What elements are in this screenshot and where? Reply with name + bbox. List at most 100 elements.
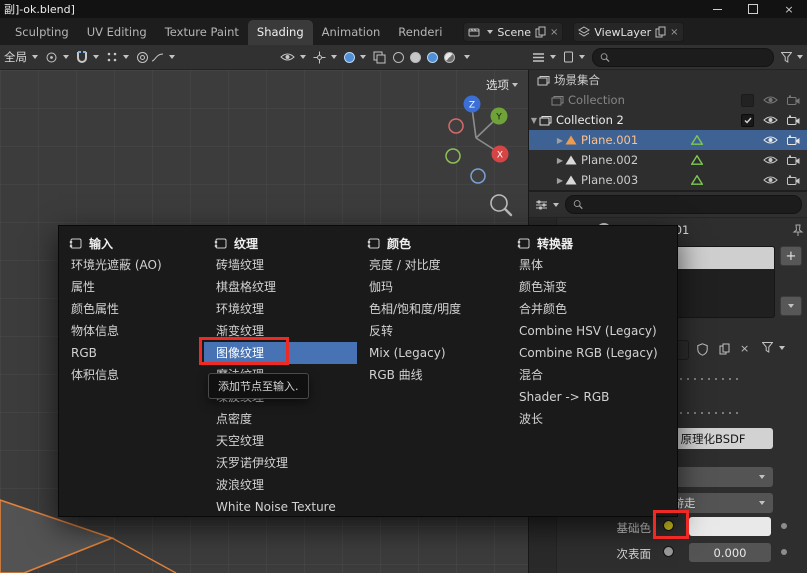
outliner-row-collection[interactable]: Collection: [529, 90, 807, 110]
outliner-row-scene-collection[interactable]: 场景集合: [529, 70, 807, 90]
maximize-button[interactable]: [735, 0, 771, 18]
gizmo-minus-y-axis[interactable]: [446, 149, 460, 163]
hide-eye-icon[interactable]: [763, 175, 778, 185]
menu-item-sky-texture[interactable]: 天空纹理: [204, 430, 357, 452]
disable-render-camera-icon[interactable]: [787, 95, 800, 105]
pin-icon[interactable]: [792, 224, 804, 237]
zoom-tool-icon[interactable]: [488, 192, 514, 218]
outliner-row-plane-003[interactable]: ▶ Plane.003: [529, 170, 807, 190]
close-button[interactable]: ×: [771, 0, 807, 18]
xray-toggle[interactable]: [373, 51, 386, 64]
gizmo-minus-x-axis[interactable]: [449, 119, 463, 133]
copy-icon[interactable]: [535, 26, 546, 38]
tab-rendering[interactable]: Renderi: [389, 20, 451, 45]
animate-property-dot[interactable]: [781, 549, 787, 555]
menu-item-point-density[interactable]: 点密度: [204, 408, 357, 430]
menu-item-color-attribute[interactable]: 颜色属性: [59, 298, 204, 320]
snap-toggle-dropdown[interactable]: [76, 51, 99, 64]
new-material-icon[interactable]: [719, 343, 730, 355]
expander-closed-icon[interactable]: ▶: [555, 176, 565, 185]
menu-item-hue-saturation[interactable]: 色相/饱和度/明度: [357, 298, 507, 320]
outliner-search[interactable]: [592, 48, 774, 67]
unlink-material-icon[interactable]: ×: [740, 342, 749, 355]
tab-shading[interactable]: Shading: [248, 20, 313, 45]
copy-icon[interactable]: [655, 26, 666, 38]
disable-render-camera-icon[interactable]: [787, 115, 800, 125]
gizmo-minus-z-axis[interactable]: [471, 169, 485, 183]
menu-item-white-noise-texture[interactable]: White Noise Texture: [204, 496, 357, 518]
menu-item-invert[interactable]: 反转: [357, 320, 507, 342]
expander-open-icon[interactable]: ▼: [529, 116, 539, 125]
tab-sculpting[interactable]: Sculpting: [6, 20, 78, 45]
menu-item-environment-texture[interactable]: 环境纹理: [204, 298, 357, 320]
outliner-row-collection2[interactable]: ▼ Collection 2: [529, 110, 807, 130]
navigation-gizmo[interactable]: Z Y X: [444, 90, 514, 200]
fake-user-shield-icon[interactable]: [697, 343, 708, 356]
material-preview-icon[interactable]: [427, 52, 438, 63]
properties-search[interactable]: [565, 195, 802, 214]
menu-item-ao[interactable]: 环境光遮蔽 (AO): [59, 254, 204, 276]
menu-item-brightness-contrast[interactable]: 亮度 / 对比度: [357, 254, 507, 276]
base-color-swatch[interactable]: [689, 517, 771, 536]
subsurface-socket[interactable]: [663, 546, 674, 557]
slot-specials-button[interactable]: [780, 296, 802, 316]
menu-item-checker-texture[interactable]: 棋盘格纹理: [204, 276, 357, 298]
menu-item-wavelength[interactable]: 波长: [507, 408, 679, 430]
menu-item-combine-hsv-legacy[interactable]: Combine HSV (Legacy): [507, 320, 679, 342]
expander-closed-icon[interactable]: ▶: [555, 156, 565, 165]
editor-type-dropdown[interactable]: [535, 199, 559, 211]
scene-selector[interactable]: Scene ×: [463, 22, 563, 42]
menu-item-blackbody[interactable]: 黑体: [507, 254, 679, 276]
unlink-viewlayer-icon[interactable]: ×: [670, 27, 678, 38]
material-filter-dropdown[interactable]: [762, 342, 785, 353]
pivot-point-dropdown[interactable]: [45, 51, 69, 64]
show-gizmo-dropdown[interactable]: [313, 51, 337, 64]
tab-texture-paint[interactable]: Texture Paint: [156, 20, 248, 45]
menu-item-color-ramp[interactable]: 颜色渐变: [507, 276, 679, 298]
minimize-button[interactable]: [699, 0, 735, 18]
outliner-display-mode-dropdown[interactable]: [532, 52, 556, 63]
disable-render-camera-icon[interactable]: [787, 175, 800, 185]
menu-item-wave-texture[interactable]: 波浪纹理: [204, 474, 357, 496]
menu-item-mix-legacy[interactable]: Mix (Legacy): [357, 342, 507, 364]
outliner-mode-dropdown[interactable]: [563, 51, 585, 63]
hide-eye-icon[interactable]: [763, 95, 778, 105]
properties-search-input[interactable]: [588, 198, 794, 211]
unlink-scene-icon[interactable]: ×: [550, 27, 558, 38]
menu-item-voronoi-texture[interactable]: 沃罗诺伊纹理: [204, 452, 357, 474]
tab-animation[interactable]: Animation: [313, 20, 390, 45]
menu-item-mix[interactable]: 混合: [507, 364, 679, 386]
menu-item-rgb[interactable]: RGB: [59, 342, 204, 364]
outliner-row-plane-002[interactable]: ▶ Plane.002: [529, 150, 807, 170]
subsurface-value-field[interactable]: 0.000: [689, 543, 771, 562]
menu-item-attribute[interactable]: 属性: [59, 276, 204, 298]
menu-item-shader-to-rgb[interactable]: Shader -> RGB: [507, 386, 679, 408]
disable-render-camera-icon[interactable]: [787, 135, 800, 145]
hide-eye-icon[interactable]: [763, 115, 778, 125]
visibility-dropdown[interactable]: [280, 52, 306, 62]
hide-eye-icon[interactable]: [763, 135, 778, 145]
wireframe-shading-icon[interactable]: [393, 52, 404, 63]
transform-orientation-dropdown[interactable]: 全局: [4, 49, 38, 65]
menu-item-gamma[interactable]: 伽玛: [357, 276, 507, 298]
overlays-dropdown[interactable]: [344, 52, 366, 63]
animate-property-dot[interactable]: [781, 523, 787, 529]
menu-item-brick-texture[interactable]: 砖墙纹理: [204, 254, 357, 276]
expander-closed-icon[interactable]: ▶: [555, 136, 565, 145]
snap-target-dropdown[interactable]: [106, 51, 129, 63]
viewlayer-selector[interactable]: ViewLayer ×: [573, 22, 683, 42]
tab-uv-editing[interactable]: UV Editing: [78, 20, 156, 45]
outliner-filter-dropdown[interactable]: [781, 52, 803, 63]
outliner-row-plane-001[interactable]: ▶ Plane.001: [529, 130, 807, 150]
menu-item-volume-info[interactable]: 体积信息: [59, 364, 204, 386]
menu-item-rgb-curves[interactable]: RGB 曲线: [357, 364, 507, 386]
outliner-search-input[interactable]: [615, 51, 766, 64]
collection-checkbox[interactable]: [741, 94, 754, 107]
rendered-shading-icon[interactable]: [444, 52, 455, 63]
menu-item-object-info[interactable]: 物体信息: [59, 320, 204, 342]
menu-item-combine-color[interactable]: 合并颜色: [507, 298, 679, 320]
hide-eye-icon[interactable]: [763, 155, 778, 165]
disable-render-camera-icon[interactable]: [787, 155, 800, 165]
proportional-editing-dropdown[interactable]: [136, 51, 175, 64]
collection-checkbox[interactable]: [741, 114, 754, 127]
